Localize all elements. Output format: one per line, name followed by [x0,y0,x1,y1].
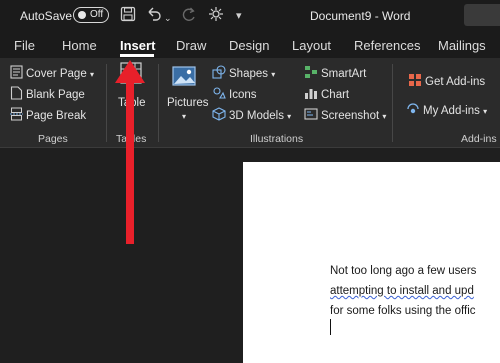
arrow-shape [115,60,145,244]
annotation-arrow [115,60,145,244]
